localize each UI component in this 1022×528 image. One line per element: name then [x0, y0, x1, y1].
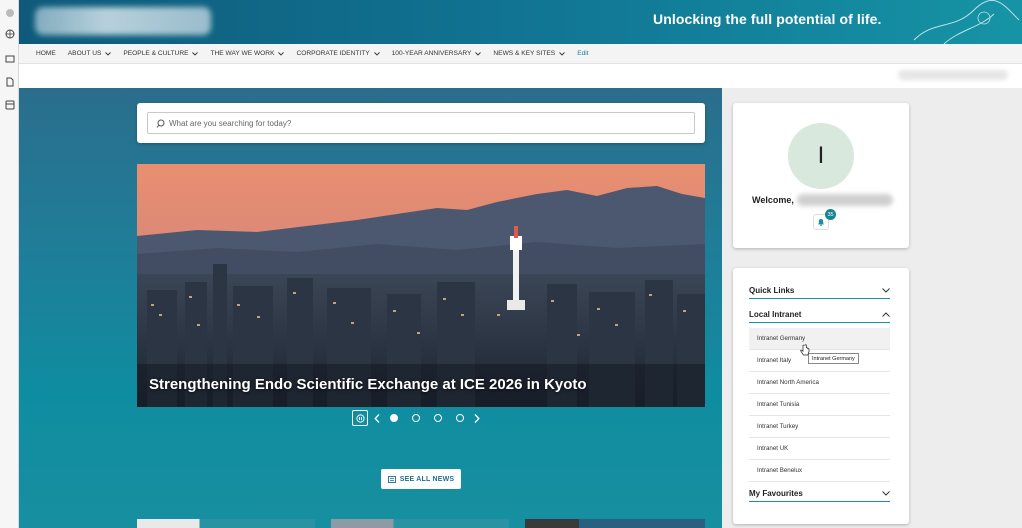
notification-count-badge: 35	[825, 209, 836, 220]
intranet-link-tunisia[interactable]: Intranet Tunisia	[749, 394, 890, 416]
chevron-down-icon	[192, 51, 199, 56]
banner-tagline: Unlocking the full potential of life.	[653, 11, 882, 27]
globe-icon[interactable]	[4, 28, 15, 39]
intranet-link-uk[interactable]: Intranet UK	[749, 438, 890, 460]
chevron-down-icon	[882, 288, 890, 293]
document-icon[interactable]	[4, 76, 15, 87]
nav-about-us[interactable]: ABOUT US	[68, 50, 112, 57]
intranet-link-benelux[interactable]: Intranet Benelux	[749, 460, 890, 482]
see-all-news-button[interactable]: SEE ALL NEWS	[381, 469, 461, 489]
links-card: Quick Links Local Intranet Intranet Germ…	[733, 268, 909, 524]
chevron-down-icon	[278, 51, 285, 56]
collections-icon[interactable]	[4, 99, 15, 110]
search-card: What are you searching for today?	[137, 103, 705, 143]
slide-dot-2[interactable]	[412, 414, 420, 422]
link-tooltip: Intranet Germany	[808, 353, 859, 364]
intranet-link-north-america[interactable]: Intranet North America	[749, 372, 890, 394]
hand-cursor-icon	[800, 344, 810, 356]
news-carousel-slide[interactable]: Strengthening Endo Scientific Exchange a…	[137, 164, 705, 407]
bell-icon	[818, 219, 824, 226]
news-tile-2[interactable]	[331, 519, 509, 528]
kyoto-skyline-image	[137, 164, 705, 407]
chevron-down-icon	[105, 51, 112, 56]
chevron-down-icon	[475, 51, 482, 56]
intranet-link-turkey[interactable]: Intranet Turkey	[749, 416, 890, 438]
decorative-line-art	[913, 0, 1020, 44]
local-intranet-list: Intranet Germany Intranet Italy Intranet…	[749, 328, 890, 482]
nav-news-key-sites[interactable]: NEWS & KEY SITES	[493, 50, 566, 57]
nav-people-culture[interactable]: PEOPLE & CULTURE	[123, 50, 199, 57]
my-favourites-header[interactable]: My Favourites	[749, 486, 890, 502]
search-input[interactable]: What are you searching for today?	[147, 112, 695, 134]
chevron-down-icon	[373, 51, 380, 56]
nav-anniversary[interactable]: 100-YEAR ANNIVERSARY	[392, 50, 482, 57]
news-tile-3[interactable]	[525, 519, 705, 528]
profile-icon[interactable]	[4, 7, 15, 18]
welcome-text: Welcome,	[752, 195, 794, 205]
quick-links-header[interactable]: Quick Links	[749, 283, 890, 299]
newspaper-icon	[387, 475, 396, 483]
wallet-icon[interactable]	[4, 53, 15, 64]
blurred-user-name	[797, 194, 893, 206]
carousel-controls	[352, 410, 483, 426]
intranet-link-germany[interactable]: Intranet Germany	[749, 328, 890, 350]
left-rail	[0, 0, 19, 528]
nav-edit-link[interactable]: Edit	[577, 50, 588, 57]
slide-dot-4[interactable]	[456, 414, 464, 422]
news-tile-1[interactable]	[137, 519, 315, 528]
site-banner: Unlocking the full potential of life.	[19, 0, 1022, 44]
sub-header	[19, 64, 1022, 88]
search-placeholder: What are you searching for today?	[169, 118, 292, 128]
pause-icon	[355, 413, 365, 423]
chevron-right-icon	[474, 413, 480, 423]
slide-dot-3[interactable]	[434, 414, 442, 422]
chevron-left-icon	[374, 413, 380, 423]
nav-home[interactable]: HOME	[36, 50, 56, 57]
pause-button[interactable]	[352, 410, 368, 426]
local-intranet-header[interactable]: Local Intranet	[749, 307, 890, 323]
chevron-up-icon	[882, 312, 890, 317]
next-slide-button[interactable]	[471, 411, 483, 425]
slide-caption[interactable]: Strengthening Endo Scientific Exchange a…	[149, 376, 587, 393]
profile-card: I Welcome, 35	[733, 103, 909, 248]
avatar[interactable]: I	[788, 123, 854, 189]
search-icon	[156, 119, 165, 128]
nav-corporate-identity[interactable]: CORPORATE IDENTITY	[296, 50, 380, 57]
nav-way-we-work[interactable]: THE WAY WE WORK	[210, 50, 285, 57]
chevron-down-icon	[559, 51, 566, 56]
blurred-breadcrumb	[898, 70, 1008, 80]
slide-dot-1[interactable]	[390, 414, 398, 422]
chevron-down-icon	[882, 491, 890, 496]
previous-slide-button[interactable]	[371, 411, 383, 425]
company-logo[interactable]	[35, 7, 211, 35]
top-navigation: HOME ABOUT US PEOPLE & CULTURE THE WAY W…	[19, 44, 1022, 64]
